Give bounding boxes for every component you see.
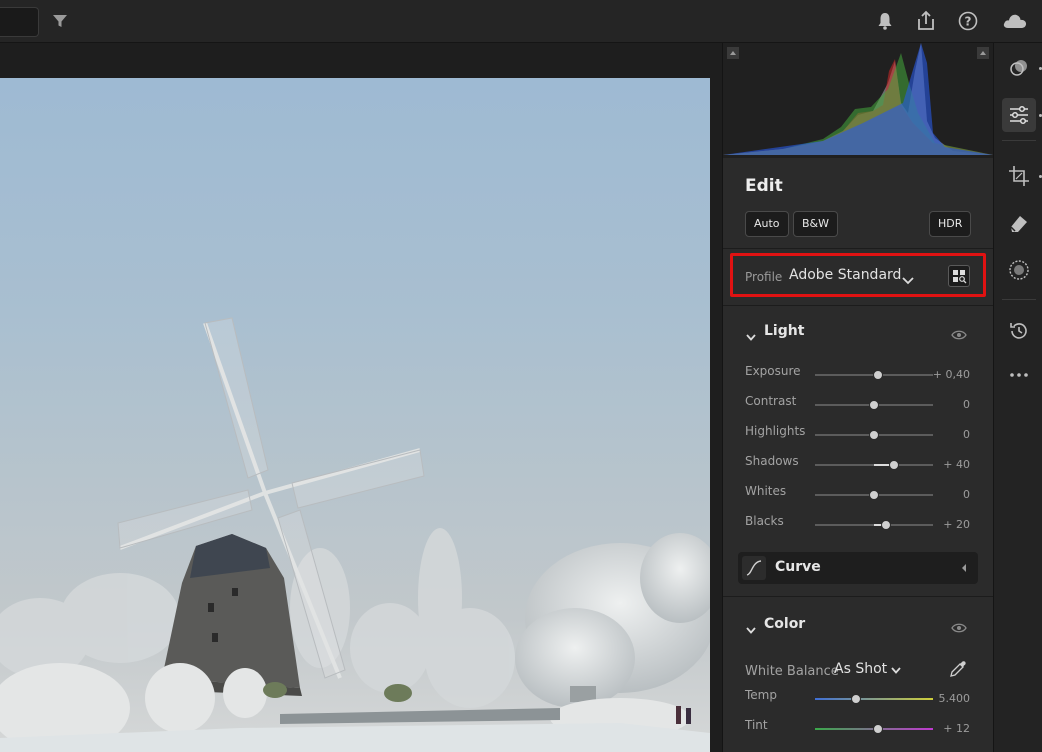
history-icon (1010, 323, 1027, 339)
slider-thumb[interactable] (872, 724, 883, 734)
slider-thumb[interactable] (869, 490, 879, 500)
crop-tool[interactable] (1002, 159, 1036, 193)
slider-value[interactable]: 5.400 (923, 692, 971, 705)
slider-label: Temp (745, 688, 777, 702)
photo-panel-gap (710, 78, 722, 752)
search-box[interactable] (0, 7, 39, 37)
divider (723, 248, 993, 249)
curve-row[interactable]: Curve (738, 552, 978, 584)
color-section-title[interactable]: Color (764, 616, 805, 632)
filmstrip-gap (0, 43, 722, 78)
edit-tool[interactable] (1002, 98, 1036, 132)
whites-slider[interactable] (815, 490, 933, 500)
slider-value[interactable]: + 12 (923, 722, 970, 735)
crop-icon (1009, 166, 1029, 186)
eyedropper-icon[interactable] (948, 659, 968, 679)
history-tool[interactable] (1002, 314, 1036, 348)
slider-thumb[interactable] (880, 520, 891, 530)
shadows-slider[interactable] (815, 460, 933, 470)
edit-title: Edit (745, 176, 783, 196)
cloud-icon[interactable] (1001, 10, 1029, 32)
highlights-slider[interactable] (815, 430, 933, 440)
bell-icon[interactable] (874, 10, 896, 32)
curve-icon (742, 556, 766, 580)
eye-icon[interactable] (951, 326, 967, 340)
profile-label: Profile (745, 270, 783, 284)
profile-dropdown[interactable]: Adobe Standard (789, 267, 901, 283)
histogram (723, 43, 993, 158)
exposure-slider[interactable] (815, 370, 933, 380)
blacks-slider[interactable] (815, 520, 933, 530)
slider-value[interactable]: 0 (923, 428, 970, 441)
edit-panel: Edit Auto B&W HDR Profile Adobe Standard… (722, 43, 993, 752)
histogram-graph (723, 43, 993, 155)
filter-icon[interactable] (52, 13, 68, 29)
more-icon (1010, 373, 1028, 377)
slider-thumb[interactable] (872, 370, 883, 380)
eye-icon[interactable] (951, 619, 967, 633)
bw-button[interactable]: B&W (793, 211, 839, 237)
slider-label: Highlights (745, 424, 806, 438)
tint-slider[interactable] (815, 724, 933, 734)
windmill-photo (0, 317, 710, 752)
slider-value[interactable]: + 20 (923, 518, 970, 531)
more-tool[interactable] (1002, 358, 1036, 392)
slider-label: Whites (745, 484, 787, 498)
divider (723, 596, 993, 597)
chevron-down-icon[interactable] (901, 271, 915, 285)
healing-tool[interactable] (1002, 206, 1036, 240)
top-bar: ? (0, 0, 1042, 43)
slider-label: Blacks (745, 514, 784, 528)
masking-tool[interactable] (1002, 253, 1036, 287)
slider-value[interactable]: + 40 (923, 458, 970, 471)
curve-title: Curve (775, 559, 821, 575)
light-section-title[interactable]: Light (764, 323, 804, 339)
chevron-down-icon[interactable] (745, 621, 757, 634)
divider (723, 305, 993, 306)
slider-label: Shadows (745, 454, 799, 468)
slider-label: Contrast (745, 394, 797, 408)
share-icon[interactable] (915, 10, 937, 32)
masking-icon (1009, 260, 1029, 280)
slider-value[interactable]: + 0,40 (923, 368, 970, 381)
chevron-down-icon[interactable] (890, 666, 902, 676)
presets-tool[interactable] (1002, 51, 1036, 85)
svg-text:?: ? (965, 15, 972, 29)
edit-sliders-icon (1010, 105, 1028, 125)
slider-thumb[interactable] (851, 694, 862, 704)
hdr-button[interactable]: HDR (929, 211, 972, 237)
photo-canvas[interactable] (0, 78, 710, 752)
slider-thumb[interactable] (869, 430, 879, 440)
divider (1002, 299, 1036, 300)
tool-strip (993, 43, 1042, 752)
grid-search-icon (953, 270, 967, 284)
profile-browser-button[interactable] (948, 265, 970, 287)
healing-icon (1010, 216, 1027, 232)
slider-value[interactable]: 0 (923, 488, 970, 501)
divider (1002, 140, 1036, 141)
help-icon[interactable]: ? (957, 10, 979, 32)
white-balance-label: White Balance (745, 664, 839, 679)
auto-button[interactable]: Auto (745, 211, 789, 237)
presets-icon (1010, 60, 1027, 76)
chevron-down-icon[interactable] (745, 328, 757, 341)
white-balance-dropdown[interactable]: As Shot (834, 661, 887, 677)
slider-label: Exposure (745, 364, 801, 378)
contrast-slider[interactable] (815, 400, 933, 410)
chevron-left-icon[interactable] (960, 563, 968, 573)
slider-thumb[interactable] (869, 400, 879, 410)
slider-label: Tint (745, 718, 768, 732)
slider-value[interactable]: 0 (923, 398, 970, 411)
temp-slider[interactable] (815, 694, 933, 704)
slider-thumb[interactable] (889, 460, 900, 470)
